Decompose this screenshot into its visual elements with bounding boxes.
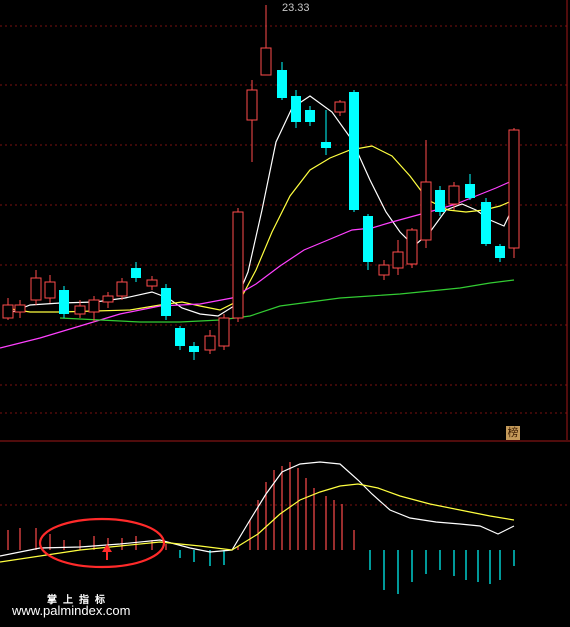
- candle-up: [2, 304, 14, 319]
- candle-down: [161, 288, 171, 316]
- candle-up: [246, 89, 258, 121]
- candle-up: [334, 101, 346, 113]
- candle-up: [218, 317, 230, 347]
- candle-down: [495, 246, 505, 258]
- candle-up: [14, 304, 26, 313]
- candle-up: [392, 251, 404, 269]
- candle-down: [131, 268, 141, 278]
- candlesticks: [2, 5, 520, 360]
- indicator-panel: [0, 461, 515, 594]
- candle-down: [305, 110, 315, 122]
- candle-down: [321, 142, 331, 148]
- candle-up: [30, 277, 42, 301]
- rank-badge[interactable]: 榜: [506, 426, 520, 440]
- candle-up: [102, 295, 114, 303]
- candle-down: [277, 70, 287, 98]
- candle-up: [508, 129, 520, 249]
- candle-up: [44, 281, 56, 299]
- ma-line-long: [59, 279, 515, 323]
- candle-up: [88, 299, 100, 313]
- candle-up: [260, 47, 272, 76]
- peak-price-label: 23.33: [282, 2, 310, 14]
- stock-chart: [0, 0, 570, 594]
- candle-down: [349, 92, 359, 210]
- indicator-line-white: [0, 461, 515, 557]
- candle-up: [204, 335, 216, 351]
- candle-down: [481, 202, 491, 244]
- candle-up: [448, 185, 460, 205]
- candle-up: [406, 229, 418, 265]
- candle-down: [175, 328, 185, 346]
- candle-up: [232, 211, 244, 319]
- candle-down: [189, 346, 199, 352]
- candle-up: [74, 305, 86, 315]
- candle-down: [435, 190, 445, 212]
- ma-line-mid: [4, 145, 515, 313]
- indicator-line-yellow: [0, 483, 515, 563]
- candle-up: [146, 279, 158, 287]
- candle-up: [116, 281, 128, 297]
- candle-down: [291, 96, 301, 122]
- candle-down: [59, 290, 69, 314]
- candle-up: [378, 264, 390, 276]
- candle-down: [363, 216, 373, 262]
- candle-down: [465, 184, 475, 198]
- candle-up: [420, 181, 432, 241]
- watermark-url: www.palmindex.com: [12, 603, 131, 618]
